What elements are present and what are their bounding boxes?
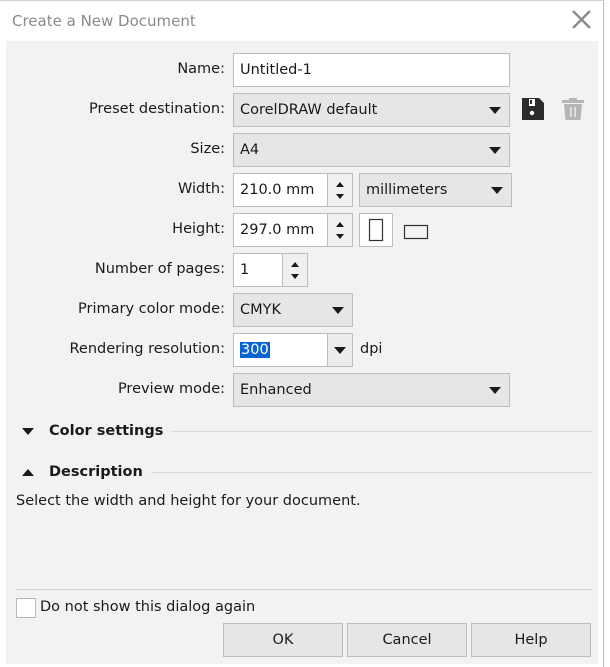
spin-down-icon[interactable] xyxy=(336,234,344,239)
preview-mode-label: Preview mode: xyxy=(117,381,225,397)
ok-button[interactable]: OK xyxy=(223,623,343,657)
height-spinner[interactable] xyxy=(327,214,352,246)
dont-show-again-checkbox[interactable] xyxy=(16,598,36,618)
delete-preset-button[interactable] xyxy=(561,97,585,121)
save-preset-button[interactable] xyxy=(521,97,545,121)
height-value: 297.0 mm xyxy=(240,222,315,238)
trash-icon xyxy=(562,98,584,120)
size-label: Size: xyxy=(190,141,225,157)
pages-spinner[interactable] xyxy=(282,254,307,286)
units-value: millimeters xyxy=(366,182,448,198)
size-select[interactable]: A4 xyxy=(233,133,510,167)
spin-down-icon[interactable] xyxy=(291,274,299,279)
resolution-label: Rendering resolution: xyxy=(69,341,225,357)
height-input[interactable]: 297.0 mm xyxy=(233,213,353,247)
preview-mode-select[interactable]: Enhanced xyxy=(233,373,510,407)
chevron-down-icon xyxy=(491,187,503,194)
dialog-title: Create a New Document xyxy=(12,12,196,30)
preset-destination-select[interactable]: CorelDRAW default xyxy=(233,93,510,127)
description-text: Select the width and height for your doc… xyxy=(16,493,361,509)
portrait-orientation-icon xyxy=(368,218,384,242)
height-label: Height: xyxy=(172,221,225,237)
expand-arrow-icon xyxy=(22,427,34,435)
color-settings-section-toggle[interactable]: Color settings xyxy=(22,421,592,441)
width-spinner[interactable] xyxy=(327,174,352,206)
width-input[interactable]: 210.0 mm xyxy=(233,173,353,207)
spin-up-icon[interactable] xyxy=(336,182,344,187)
landscape-orientation-button[interactable] xyxy=(401,219,431,243)
preview-mode-value: Enhanced xyxy=(240,382,312,398)
cancel-button[interactable]: Cancel xyxy=(347,623,467,657)
color-settings-title: Color settings xyxy=(49,423,164,439)
preset-destination-label: Preset destination: xyxy=(89,101,225,117)
close-icon xyxy=(572,10,591,29)
footer-divider xyxy=(16,589,592,590)
name-value: Untitled-1 xyxy=(240,62,312,78)
new-document-dialog: Create a New Document Name: Untitled-1 P… xyxy=(0,0,604,667)
name-input[interactable]: Untitled-1 xyxy=(233,53,510,87)
units-select[interactable]: millimeters xyxy=(359,173,512,207)
pages-value: 1 xyxy=(240,262,250,278)
landscape-orientation-icon xyxy=(403,224,429,240)
description-section-toggle[interactable]: Description xyxy=(22,462,592,482)
description-title: Description xyxy=(49,464,143,480)
chevron-down-icon xyxy=(334,347,346,354)
spin-up-icon[interactable] xyxy=(291,262,299,267)
preset-destination-value: CorelDRAW default xyxy=(240,102,378,118)
size-value: A4 xyxy=(240,142,260,158)
width-label: Width: xyxy=(177,181,225,197)
spin-down-icon[interactable] xyxy=(336,194,344,199)
resolution-dropdown-button[interactable] xyxy=(327,334,352,366)
resolution-unit: dpi xyxy=(360,341,383,357)
close-button[interactable] xyxy=(569,7,595,33)
dont-show-again-label[interactable]: Do not show this dialog again xyxy=(40,599,255,615)
chevron-down-icon xyxy=(332,307,344,314)
chevron-down-icon xyxy=(489,107,501,114)
spin-up-icon[interactable] xyxy=(336,222,344,227)
color-mode-label: Primary color mode: xyxy=(78,301,225,317)
color-mode-value: CMYK xyxy=(240,302,282,318)
name-label: Name: xyxy=(177,61,225,77)
pages-label: Number of pages: xyxy=(94,261,225,277)
color-mode-select[interactable]: CMYK xyxy=(233,293,353,327)
help-button[interactable]: Help xyxy=(471,623,591,657)
pages-input[interactable]: 1 xyxy=(233,253,308,287)
floppy-disk-icon xyxy=(522,98,544,120)
resolution-value: 300 xyxy=(240,342,270,358)
chevron-down-icon xyxy=(489,147,501,154)
section-divider xyxy=(150,471,592,473)
resolution-combobox[interactable]: 300 xyxy=(233,333,353,367)
collapse-arrow-icon xyxy=(22,468,34,476)
section-divider xyxy=(171,430,592,432)
chevron-down-icon xyxy=(489,387,501,394)
portrait-orientation-button[interactable] xyxy=(359,213,393,247)
width-value: 210.0 mm xyxy=(240,182,315,198)
